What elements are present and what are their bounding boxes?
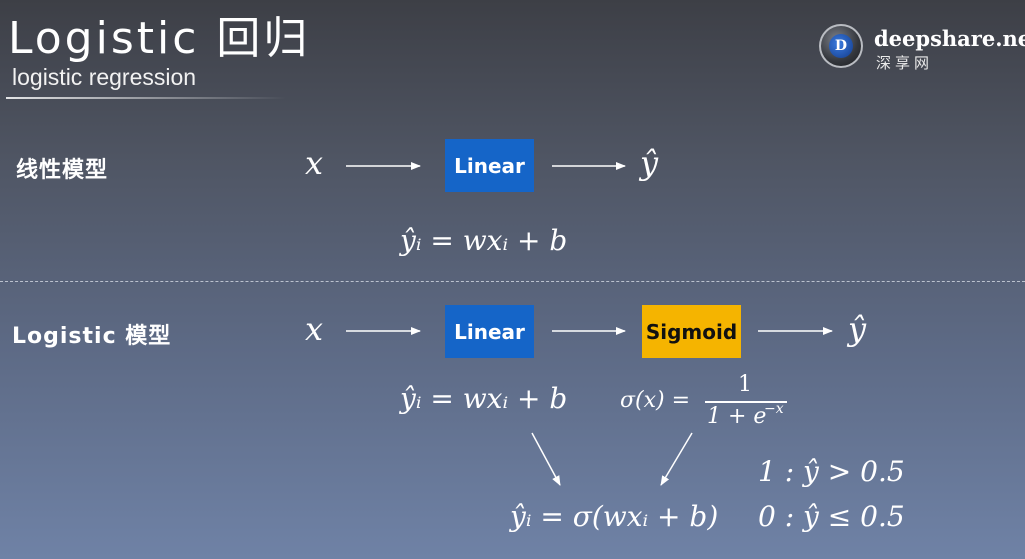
arrow-sigmoid-to-combined [660,432,693,486]
arrows-layer [346,162,833,486]
arrow-linear-eq-to-combined [531,432,561,486]
